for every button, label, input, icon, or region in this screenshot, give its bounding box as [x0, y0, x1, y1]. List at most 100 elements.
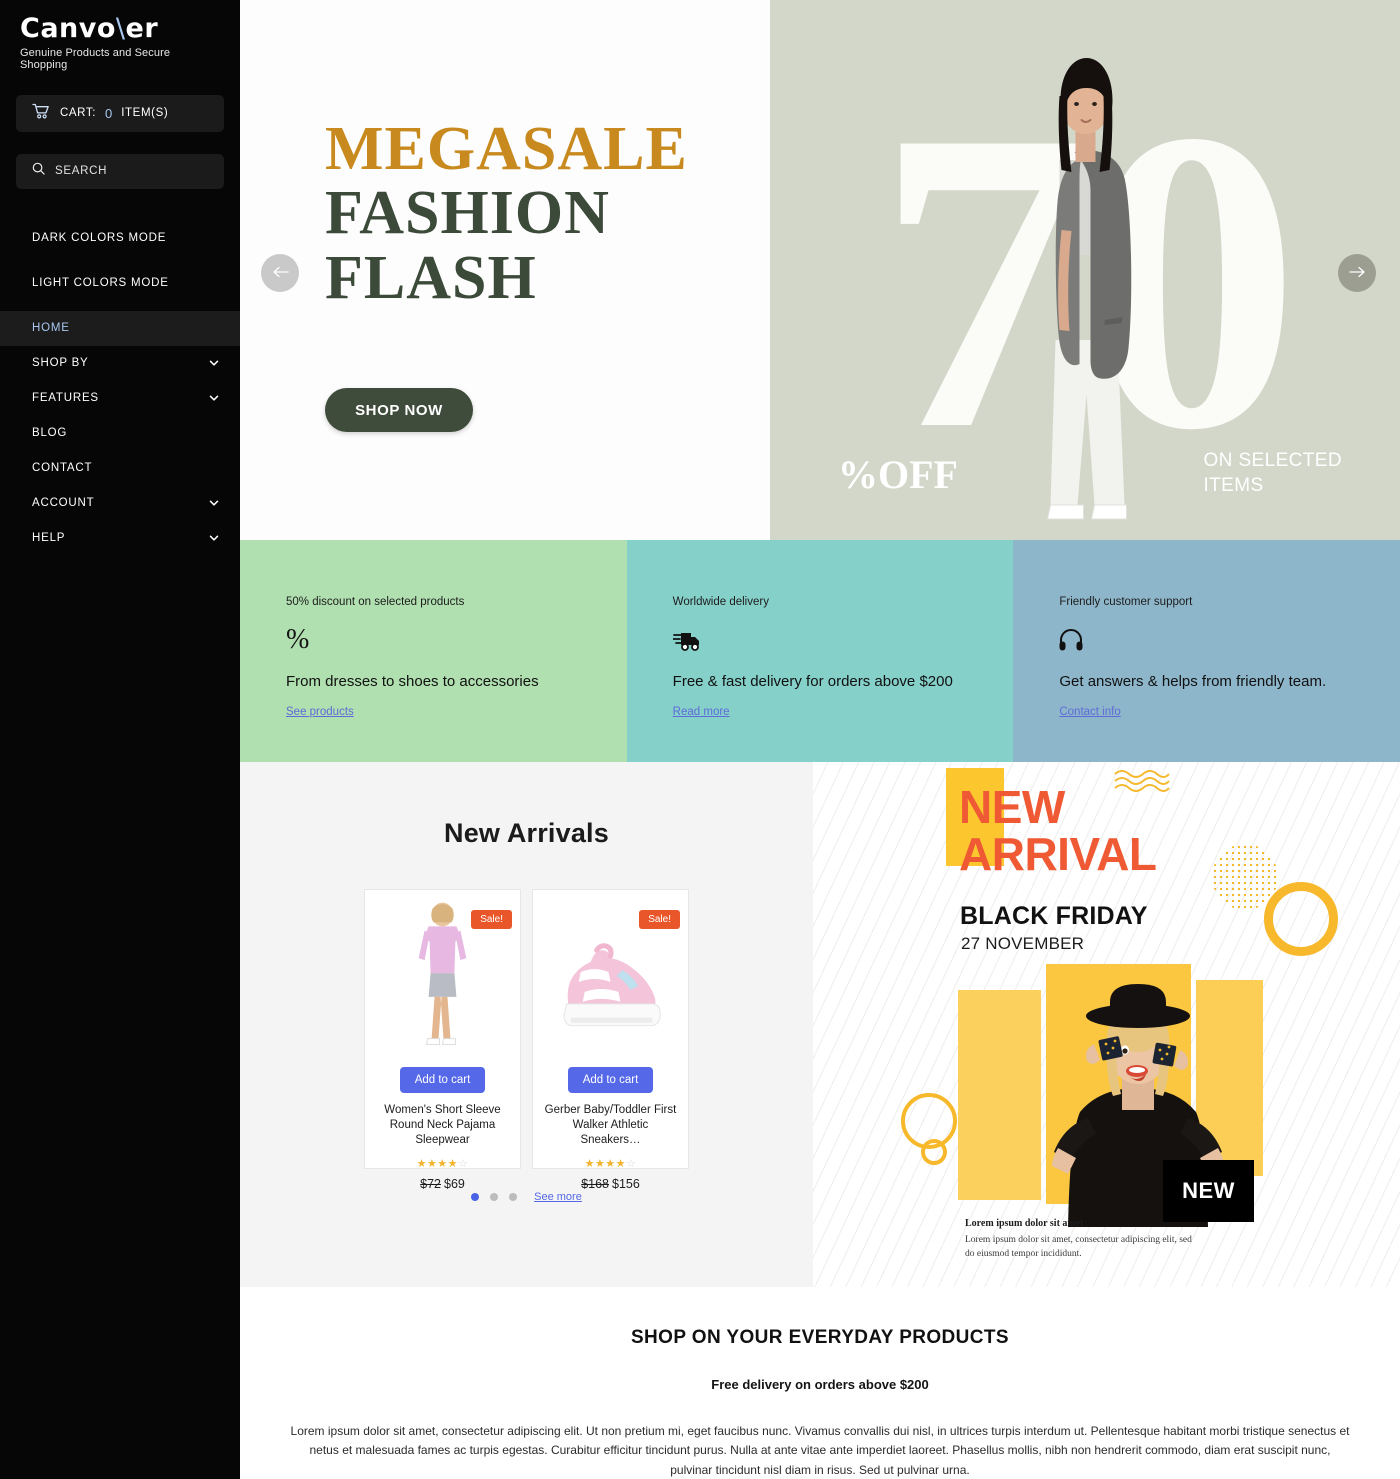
product-price: $72 $69	[420, 1177, 465, 1191]
promo-foot-body: Lorem ipsum dolor sit amet, consectetur …	[965, 1235, 1192, 1260]
promo-footer-text: Lorem ipsum dolor sit amet Lorem ipsum d…	[965, 1218, 1195, 1262]
brand-logo-slash: \	[115, 13, 126, 44]
search-icon	[32, 162, 45, 180]
hero-banner: MEGASALE FASHION FLASH SHOP NOW 70 %OFF …	[240, 0, 1400, 540]
brand-tagline: Genuine Products and Secure Shopping	[20, 46, 171, 71]
feature-subtitle: 50% discount on selected products	[286, 596, 465, 608]
product-card[interactable]: Sale! Add to	[364, 889, 521, 1191]
read-more-link[interactable]: Read more	[673, 706, 730, 718]
sidebar-item-label: HOME	[32, 322, 70, 335]
product-grid: Sale! Add to cart Women's Short Sleeve R…	[240, 889, 813, 1191]
feature-headline: From dresses to shoes to accessories	[286, 673, 539, 690]
feature-headline: Get answers & helps from friendly team.	[1059, 673, 1327, 690]
sidebar-item-label: HELP	[32, 532, 66, 545]
see-more-link[interactable]: See more	[534, 1191, 582, 1203]
promo-black-friday: BLACK FRIDAY	[960, 902, 1148, 930]
sidebar-item-label: LIGHT COLORS MODE	[32, 277, 169, 290]
main-content: MEGASALE FASHION FLASH SHOP NOW 70 %OFF …	[240, 0, 1400, 1479]
delivery-truck-icon	[672, 625, 968, 655]
feature-headline: Free & fast delivery for orders above $2…	[672, 673, 953, 690]
pagination-dot-2[interactable]	[490, 1193, 499, 1201]
cart-units: ITEM(S)	[121, 107, 169, 120]
feature-subtitle: Worldwide delivery	[672, 596, 769, 608]
feature-cards: 50% discount on selected products % From…	[240, 540, 1400, 762]
percent-icon: %	[286, 624, 310, 655]
brand-logo-main: Canvo	[20, 13, 116, 44]
sidebar-item-account[interactable]: ACCOUNT	[0, 486, 240, 521]
everyday-subtitle: Free delivery on orders above $200	[711, 1377, 929, 1392]
shop-now-button[interactable]: SHOP NOW	[325, 388, 473, 433]
carousel-pagination: See more	[240, 1191, 813, 1203]
hero-text-panel: MEGASALE FASHION FLASH SHOP NOW	[240, 0, 770, 540]
cart-button[interactable]: CART: 0 ITEM(S)	[16, 94, 224, 132]
cart-label: CART:	[60, 107, 97, 120]
pagination-dot-3[interactable]	[509, 1193, 518, 1201]
product-title: Gerber Baby/Toddler First Walker Athleti…	[544, 1104, 677, 1147]
product-card[interactable]: Sale! Add to	[532, 889, 689, 1191]
chevron-down-icon	[208, 497, 220, 509]
everyday-title: SHOP ON YOUR EVERYDAY PRODUCTS	[630, 1327, 1010, 1348]
see-products-link[interactable]: See products	[286, 706, 354, 718]
new-badge: NEW	[1163, 1160, 1254, 1222]
sidebar-item-help[interactable]: HELP	[0, 521, 240, 556]
new-price: $156	[612, 1176, 640, 1191]
cart-icon	[32, 103, 51, 124]
pagination-dot-1[interactable]	[471, 1193, 480, 1201]
feature-card-discount: 50% discount on selected products % From…	[240, 540, 627, 762]
on-selected-items-label: ON SELECTED ITEMS	[1203, 449, 1342, 496]
carousel-prev-button[interactable]	[261, 254, 299, 292]
sidebar-item-contact[interactable]: CONTACT	[0, 451, 240, 486]
sidebar-item-blog[interactable]: BLOG	[0, 416, 240, 451]
new-arrivals-section: New Arrivals Sale! Add to cart Women's S…	[240, 762, 813, 1287]
arrow-left-icon	[272, 266, 289, 281]
sidebar-item-dark-colors-mode[interactable]: DARK COLORS MODE	[0, 221, 240, 256]
feature-card-delivery: Worldwide delivery Free & fast delivery …	[626, 540, 1014, 762]
search-placeholder: SEARCH	[55, 165, 108, 178]
ring-decoration-tiny	[921, 1139, 947, 1165]
product-price: $168 $156	[581, 1177, 640, 1191]
sidebar-nav: DARK COLORS MODE LIGHT COLORS MODE HOME …	[0, 221, 240, 556]
search-input[interactable]: SEARCH	[16, 153, 224, 189]
promo-title: NEW ARRIVAL	[959, 781, 1157, 880]
sidebar: Canvo\er Genuine Products and Secure Sho…	[0, 0, 240, 1479]
percent-off-label: %OFF	[838, 452, 958, 497]
new-arrivals-title: New Arrivals	[444, 818, 609, 848]
middle-row: New Arrivals Sale! Add to cart Women's S…	[240, 762, 1400, 1287]
page-root: Canvo\er Genuine Products and Secure Sho…	[0, 0, 1400, 1479]
hero-headline-2: FASHION	[325, 179, 610, 248]
sidebar-item-label: DARK COLORS MODE	[32, 232, 167, 245]
cart-count: 0	[105, 105, 113, 121]
feature-subtitle: Friendly customer support	[1059, 596, 1193, 608]
product-image	[373, 900, 512, 1065]
old-price: $72	[420, 1176, 441, 1191]
sidebar-item-label: ACCOUNT	[32, 497, 95, 510]
promo-date: 27 NOVEMBER	[961, 934, 1085, 953]
headset-icon	[1059, 625, 1354, 655]
everyday-products-section: SHOP ON YOUR EVERYDAY PRODUCTS Free deli…	[240, 1287, 1400, 1479]
sidebar-item-shop-by[interactable]: SHOP BY	[0, 346, 240, 381]
sidebar-item-light-colors-mode[interactable]: LIGHT COLORS MODE	[0, 266, 240, 301]
product-rating: ★★★★☆	[584, 1157, 637, 1170]
add-to-cart-button[interactable]: Add to cart	[399, 1067, 486, 1093]
sidebar-item-label: FEATURES	[32, 392, 99, 405]
promo-banner[interactable]: NEW ARRIVAL BLACK FRIDAY 27 NOVEMBER NEW…	[813, 762, 1400, 1287]
arrow-right-icon	[1348, 266, 1366, 281]
brand[interactable]: Canvo\er Genuine Products and Secure Sho…	[0, 0, 240, 71]
hero-image-panel: 70 %OFF ON SELECTED ITEMS	[770, 0, 1400, 540]
product-image	[541, 900, 680, 1065]
everyday-description: Lorem ipsum dolor sit amet, consectetur …	[290, 1424, 1350, 1477]
add-to-cart-button[interactable]: Add to cart	[567, 1067, 654, 1093]
carousel-next-button[interactable]	[1338, 254, 1376, 292]
promo-foot-title: Lorem ipsum dolor sit amet	[965, 1218, 1084, 1230]
sidebar-item-features[interactable]: FEATURES	[0, 381, 240, 416]
chevron-down-icon	[208, 392, 220, 404]
brand-logo: Canvo\er	[20, 14, 220, 44]
sidebar-item-home[interactable]: HOME	[0, 310, 240, 346]
ring-decoration-large	[1264, 882, 1338, 956]
old-price: $168	[581, 1176, 609, 1191]
chevron-down-icon	[208, 532, 220, 544]
product-rating: ★★★★☆	[416, 1157, 469, 1170]
contact-info-link[interactable]: Contact info	[1059, 706, 1120, 718]
feature-card-support: Friendly customer support Get answers & …	[1013, 540, 1400, 762]
brand-logo-tail: er	[125, 13, 159, 44]
